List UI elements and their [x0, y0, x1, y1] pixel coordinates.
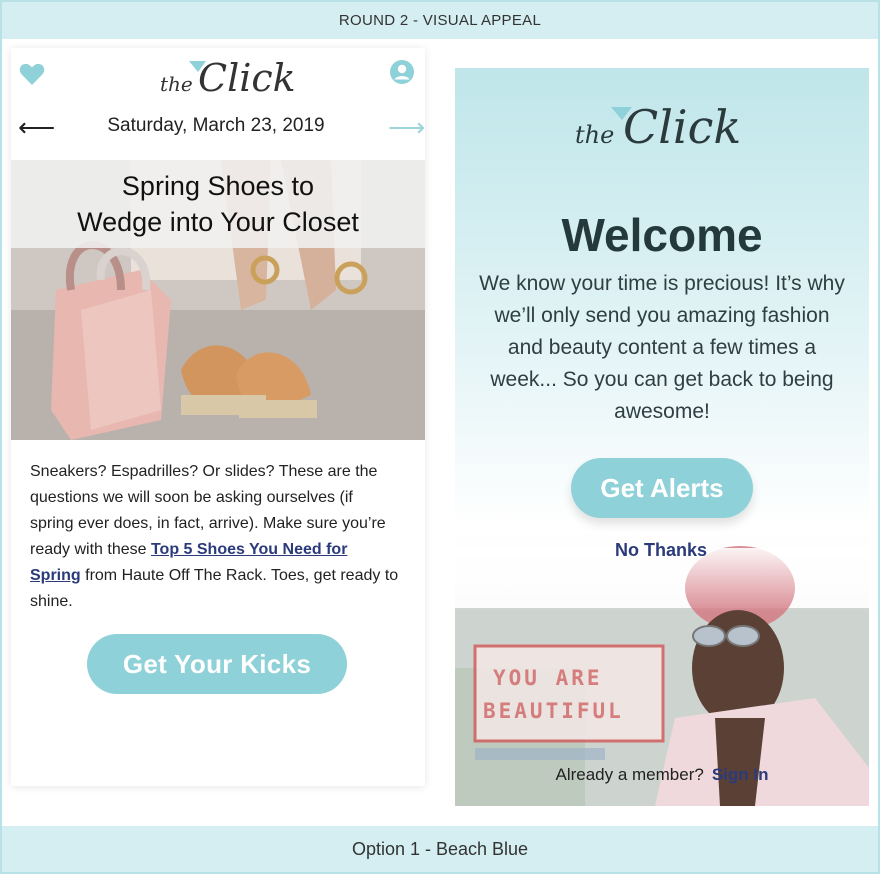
arrow-right-icon[interactable]: ⟶: [388, 114, 425, 140]
no-thanks-link[interactable]: No Thanks: [455, 540, 867, 561]
option-footer: Option 1 - Beach Blue: [2, 826, 878, 872]
the-click-logo-welcome: the Click: [575, 101, 741, 151]
svg-text:the: the: [160, 72, 193, 96]
the-click-logo: the Click: [160, 56, 296, 98]
welcome-panel: YOU ARE BEAUTIFUL: [455, 68, 869, 806]
get-alerts-button[interactable]: Get Alerts: [571, 458, 753, 518]
article-date: Saturday, March 23, 2019: [107, 115, 325, 136]
svg-text:the: the: [575, 121, 614, 149]
sign-in-link[interactable]: Sign In: [712, 765, 769, 784]
welcome-background-photo: YOU ARE BEAUTIFUL: [455, 546, 869, 806]
round-header: ROUND 2 - VISUAL APPEAL: [2, 2, 878, 39]
arrow-left-icon[interactable]: ⟵: [18, 114, 55, 140]
user-icon[interactable]: [389, 59, 415, 85]
member-signin-row: Already a member? Sign In: [555, 765, 769, 784]
get-your-kicks-button[interactable]: Get Your Kicks: [87, 634, 347, 694]
svg-text:Click: Click: [623, 101, 741, 151]
welcome-message: We know your time is precious! It’s why …: [479, 272, 845, 423]
heart-icon[interactable]: [19, 62, 45, 86]
article-title: Spring Shoes to Wedge into Your Closet: [11, 160, 425, 248]
article-body: Sneakers? Espadrilles? Or slides? These …: [30, 463, 399, 610]
svg-text:Click: Click: [198, 56, 296, 98]
welcome-title: Welcome: [561, 209, 763, 261]
